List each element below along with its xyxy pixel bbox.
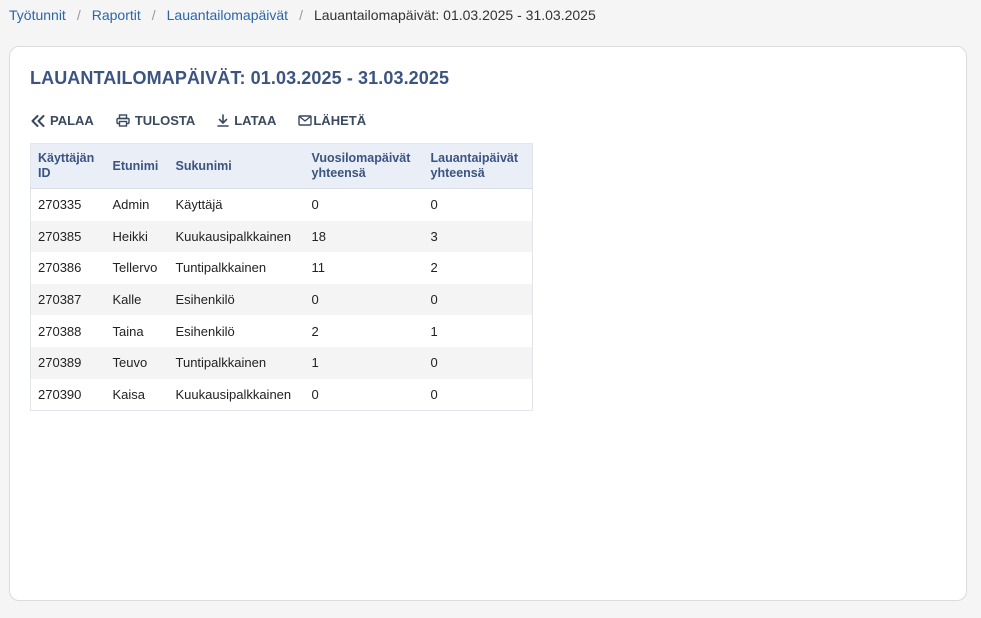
cell-first-name: Kaisa xyxy=(112,386,146,402)
table-row: 270387 Kalle Esihenkilö 0 0 xyxy=(30,283,533,316)
cell-first-name: Admin xyxy=(112,197,150,213)
cell-last-name: Tuntipalkkainen xyxy=(168,346,305,379)
cell-saturday-days: 0 xyxy=(430,386,438,402)
table-row: 270335 Admin Käyttäjä 0 0 xyxy=(31,189,533,221)
column-header-last-name[interactable]: Sukunimi xyxy=(168,143,305,189)
table-header-row: Käyttäjän ID Etunimi Sukunimi Vuosilomap… xyxy=(30,143,533,189)
cell-user-id: 270390 xyxy=(38,386,82,402)
cell-annual-leave-days: 0 xyxy=(304,283,424,316)
column-header-user-id[interactable]: Käyttäjän ID xyxy=(30,143,106,189)
cell-saturday-days: 0 xyxy=(423,283,533,316)
toolbar: PALAA TULOSTA LATAA LÄHETÄ xyxy=(31,113,388,128)
table-row: 270385 Heikki Kuukausipalkkainen 18 3 xyxy=(30,220,533,253)
breadcrumb-link-tyotunnit[interactable]: Työtunnit xyxy=(9,7,66,23)
column-header-saturday-days[interactable]: Lauantaipäivät yhteensä xyxy=(423,143,533,189)
table-row: 270388 Taina Esihenkilö 2 1 xyxy=(31,315,533,347)
breadcrumb-current: Lauantailomapäivät: 01.03.2025 - 31.03.2… xyxy=(313,7,596,23)
send-button[interactable]: LÄHETÄ xyxy=(298,113,366,128)
table-row: 270389 Teuvo Tuntipalkkainen 1 0 xyxy=(30,346,533,379)
cell-first-name: Kalle xyxy=(105,283,169,316)
cell-first-name: Heikki xyxy=(105,220,169,253)
cell-saturday-days: 0 xyxy=(423,346,533,379)
breadcrumb-link-lauantailomapaivat[interactable]: Lauantailomapäivät xyxy=(167,7,288,23)
cell-annual-leave-days: 11 xyxy=(311,260,326,276)
cell-saturday-days: 3 xyxy=(423,220,533,253)
cell-last-name: Tuntipalkkainen xyxy=(175,260,267,276)
cell-saturday-days: 1 xyxy=(430,323,438,339)
cell-annual-leave-days: 0 xyxy=(311,197,319,213)
cell-user-id: 270388 xyxy=(38,323,82,339)
printer-icon xyxy=(116,114,130,127)
back-button-label: PALAA xyxy=(50,113,94,128)
cell-last-name: Esihenkilö xyxy=(175,323,235,339)
cell-user-id: 270389 xyxy=(30,346,106,379)
breadcrumb: Työtunnit / Raportit / Lauantailomapäivä… xyxy=(9,6,596,24)
cell-last-name: Käyttäjä xyxy=(175,197,223,213)
cell-saturday-days: 2 xyxy=(430,260,438,276)
cell-annual-leave-days: 1 xyxy=(304,346,424,379)
cell-last-name: Esihenkilö xyxy=(168,283,305,316)
column-header-first-name[interactable]: Etunimi xyxy=(105,143,169,189)
cell-last-name: Kuukausipalkkainen xyxy=(175,386,292,402)
cell-annual-leave-days: 2 xyxy=(311,323,319,339)
cell-last-name: Kuukausipalkkainen xyxy=(168,220,305,253)
column-header-annual-leave-days[interactable]: Vuosilomapäivät yhteensä xyxy=(304,143,424,189)
download-button[interactable]: LATAA xyxy=(217,113,276,128)
breadcrumb-link-raportit[interactable]: Raportit xyxy=(92,7,141,23)
cell-annual-leave-days: 0 xyxy=(311,386,319,402)
envelope-icon xyxy=(298,115,313,126)
report-card: LAUANTAILOMAPÄIVÄT: 01.03.2025 - 31.03.2… xyxy=(9,46,967,601)
print-button-label: TULOSTA xyxy=(134,113,196,128)
report-table: Käyttäjän ID Etunimi Sukunimi Vuosilomap… xyxy=(30,143,533,412)
cell-saturday-days: 0 xyxy=(430,197,438,213)
breadcrumb-separator: / xyxy=(299,7,303,23)
breadcrumb-separator: / xyxy=(151,7,156,23)
page-title: LAUANTAILOMAPÄIVÄT: 01.03.2025 - 31.03.2… xyxy=(30,68,450,88)
send-button-label: LÄHETÄ xyxy=(313,113,367,128)
cell-user-id: 270385 xyxy=(30,220,106,253)
cell-user-id: 270387 xyxy=(30,283,106,316)
cell-first-name: Tellervo xyxy=(112,260,158,276)
cell-first-name: Taina xyxy=(112,323,144,339)
print-button[interactable]: TULOSTA xyxy=(116,113,195,128)
table-row: 270386 Tellervo Tuntipalkkainen 11 2 xyxy=(31,252,533,284)
table-row: 270390 Kaisa Kuukausipalkkainen 0 0 xyxy=(31,379,533,411)
cell-annual-leave-days: 18 xyxy=(304,220,424,253)
cell-user-id: 270335 xyxy=(38,197,82,213)
cell-user-id: 270386 xyxy=(38,260,82,276)
cell-first-name: Teuvo xyxy=(105,346,169,379)
download-button-label: LATAA xyxy=(234,113,277,128)
back-button[interactable]: PALAA xyxy=(31,113,94,128)
double-chevron-left-icon xyxy=(31,114,45,127)
download-icon xyxy=(217,114,230,127)
breadcrumb-separator: / xyxy=(76,7,81,23)
